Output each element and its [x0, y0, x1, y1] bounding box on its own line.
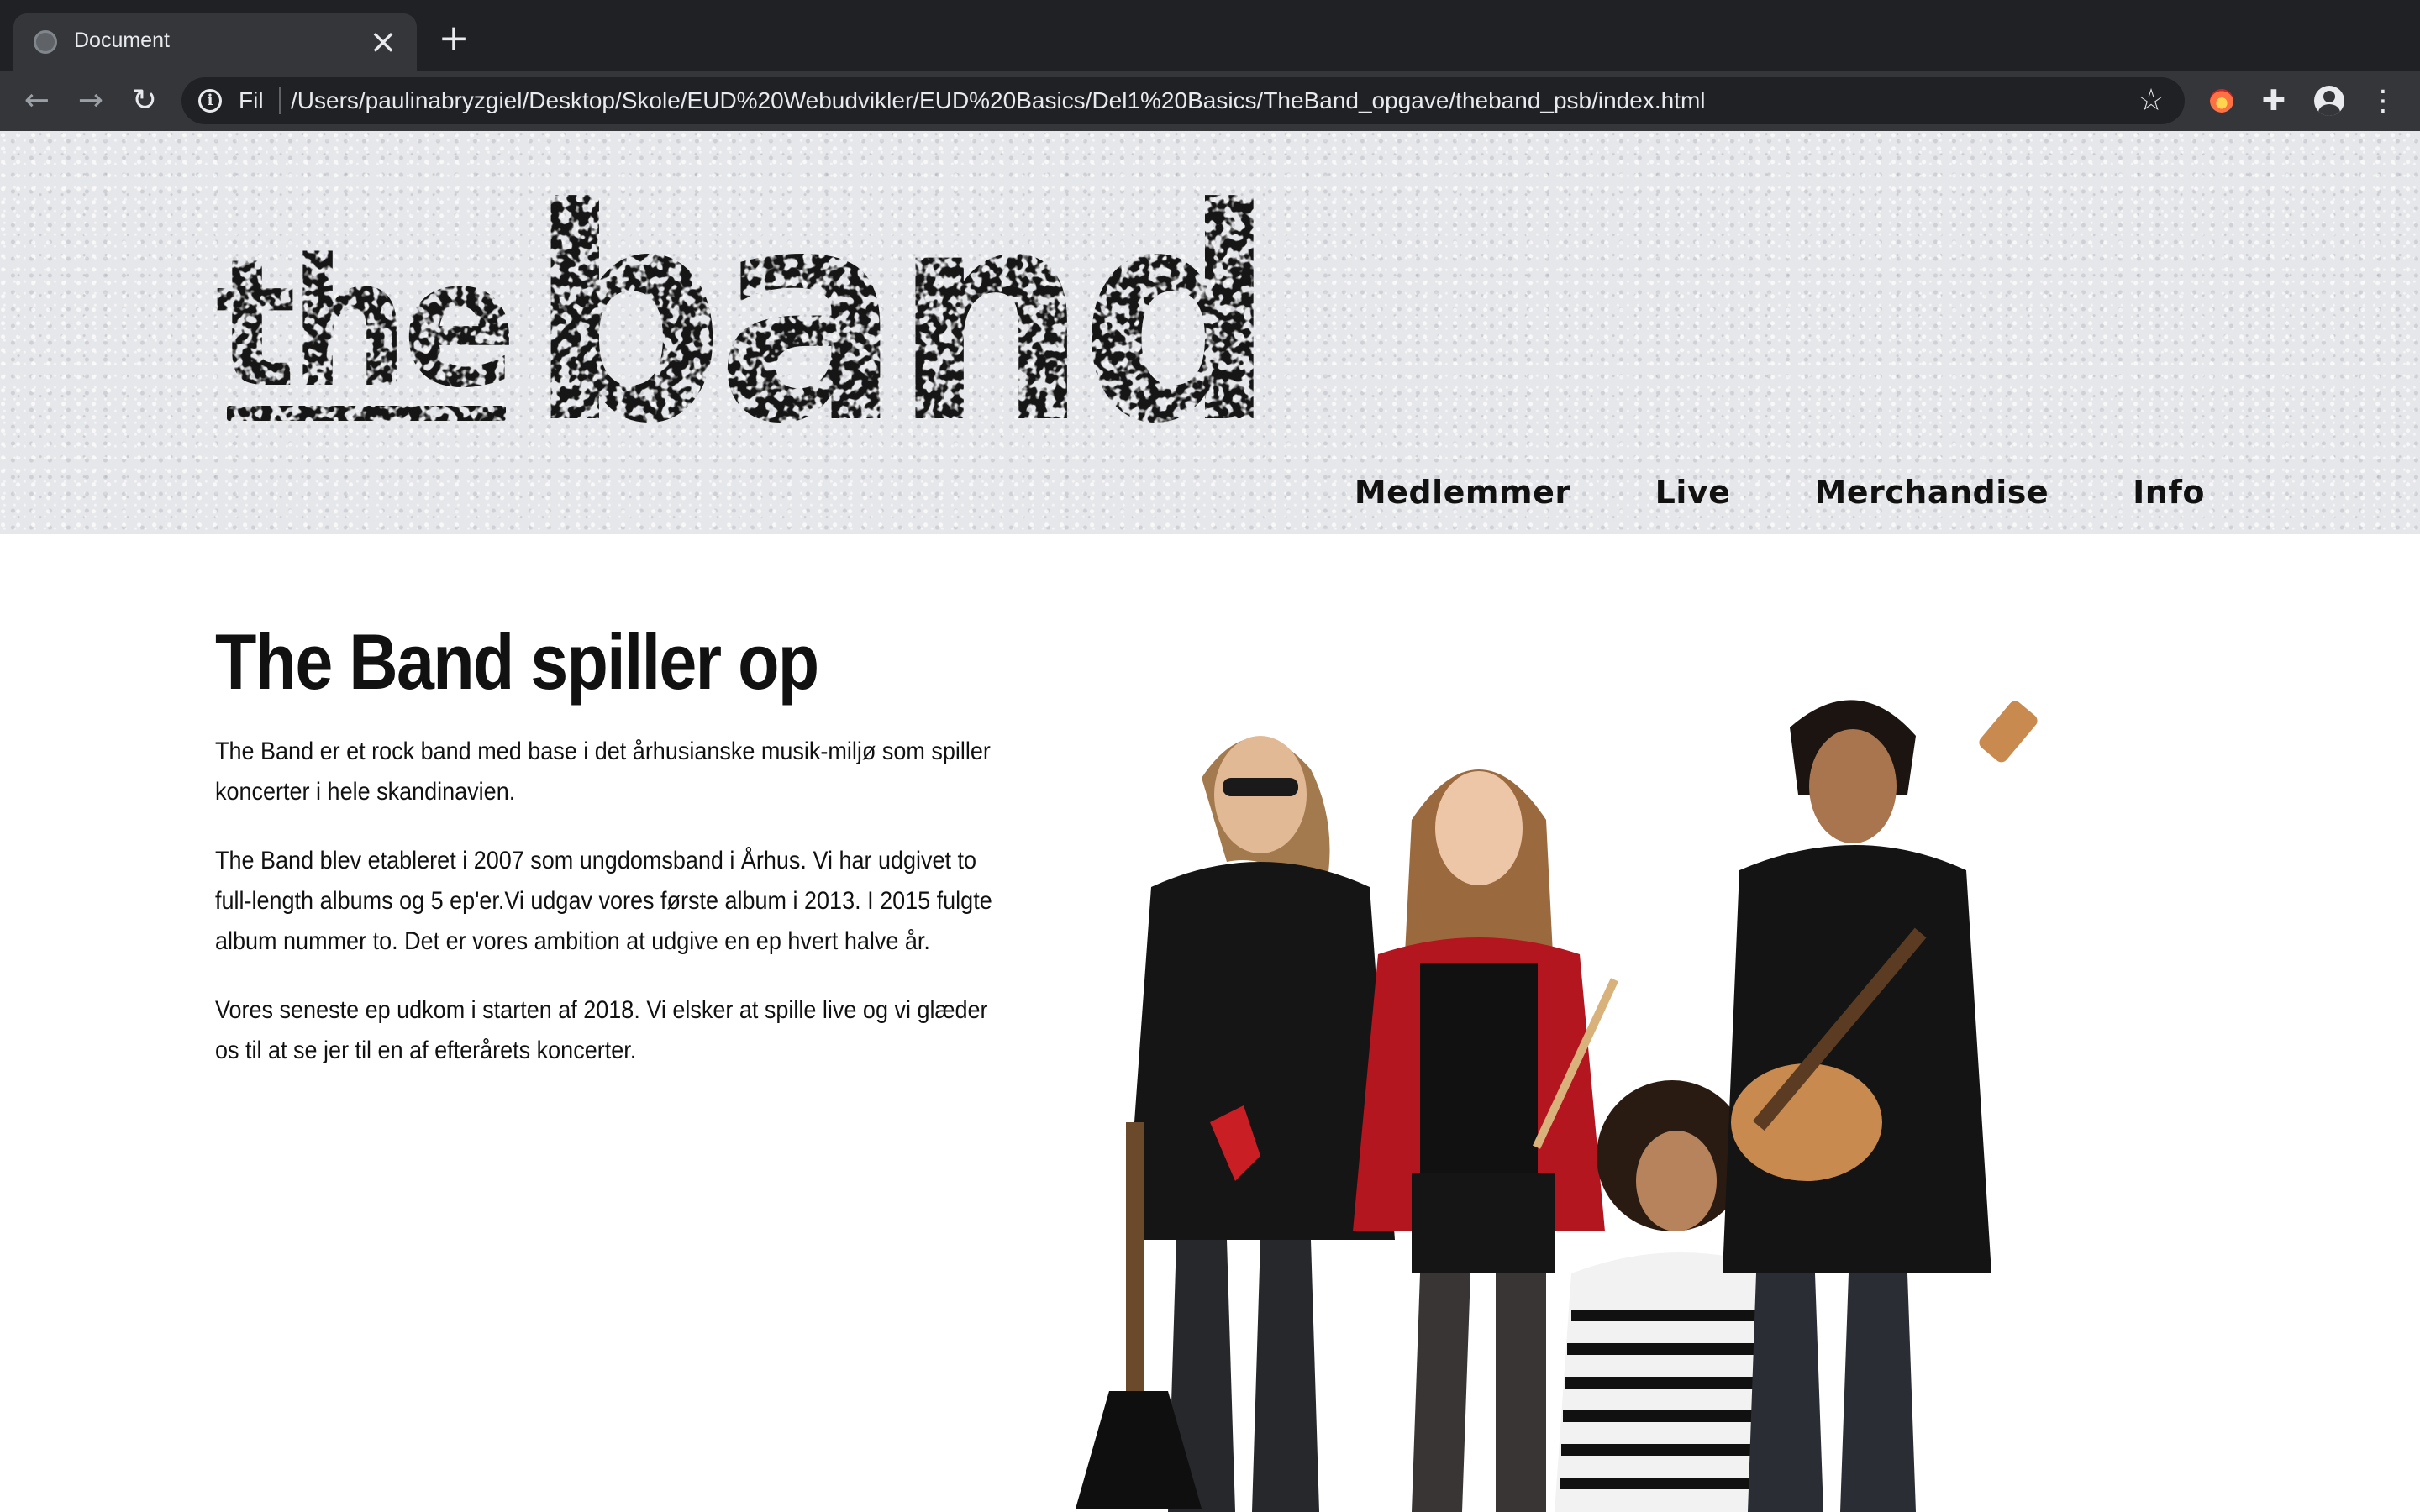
- member-bassist: [1723, 700, 2038, 1512]
- logo-band: band: [528, 175, 1267, 452]
- site-info-label[interactable]: Fil: [239, 87, 264, 114]
- tab-title: Document: [74, 29, 170, 52]
- forward-icon[interactable]: →: [71, 81, 111, 121]
- page-title: The Band spiller op: [215, 617, 819, 706]
- intro-paragraph-2: The Band blev etableret i 2007 som ungdo…: [215, 847, 992, 956]
- bookmark-star-icon[interactable]: ☆: [2131, 81, 2171, 121]
- nav-link-merchandise[interactable]: Merchandise: [1814, 474, 2049, 511]
- new-tab-icon[interactable]: +: [434, 18, 474, 59]
- url-text[interactable]: /Users/paulinabryzgiel/Desktop/Skole/EUD…: [291, 87, 1706, 114]
- intro-paragraph-1: The Band er et rock band med base i det …: [215, 738, 991, 806]
- kebab-menu-icon[interactable]: ⋮: [2363, 81, 2403, 121]
- intro-paragraph-3: Vores seneste ep udkom i starten af 2018…: [215, 996, 988, 1065]
- nav-link-live[interactable]: Live: [1655, 474, 1731, 511]
- intro-section: The Band spiller op The Band er et rock …: [215, 618, 1005, 1071]
- site-header: the band Medlemmer Live Merchandise Info: [0, 131, 2420, 534]
- fire-extension-icon[interactable]: [2202, 81, 2242, 121]
- logo-the: the: [215, 221, 510, 427]
- band-photo: [1076, 700, 2038, 1512]
- nav-link-medlemmer[interactable]: Medlemmer: [1355, 474, 1571, 511]
- browser-tabstrip: Document × +: [0, 0, 2420, 71]
- info-icon[interactable]: i: [198, 89, 222, 113]
- puzzle-extensions-icon[interactable]: ✚: [2254, 81, 2294, 121]
- close-icon[interactable]: ×: [363, 22, 403, 62]
- browser-tab[interactable]: Document ×: [13, 13, 417, 71]
- reload-icon[interactable]: ↻: [124, 81, 165, 121]
- band-logo[interactable]: the band: [215, 175, 1274, 452]
- profile-avatar-icon[interactable]: [2309, 81, 2349, 121]
- member-guitarist: [1076, 736, 1395, 1512]
- page-viewport: the band Medlemmer Live Merchandise Info…: [0, 131, 2420, 1512]
- main-nav: Medlemmer Live Merchandise Info: [1355, 467, 2205, 517]
- address-divider: [279, 87, 281, 114]
- logo-underline: [227, 406, 506, 421]
- browser-toolbar: ← → ↻ i Fil /Users/paulinabryzgiel/Deskt…: [0, 71, 2420, 131]
- nav-link-info[interactable]: Info: [2133, 474, 2205, 511]
- globe-icon: [34, 30, 57, 54]
- back-icon[interactable]: ←: [17, 81, 57, 121]
- address-bar[interactable]: i Fil /Users/paulinabryzgiel/Desktop/Sko…: [182, 77, 2185, 124]
